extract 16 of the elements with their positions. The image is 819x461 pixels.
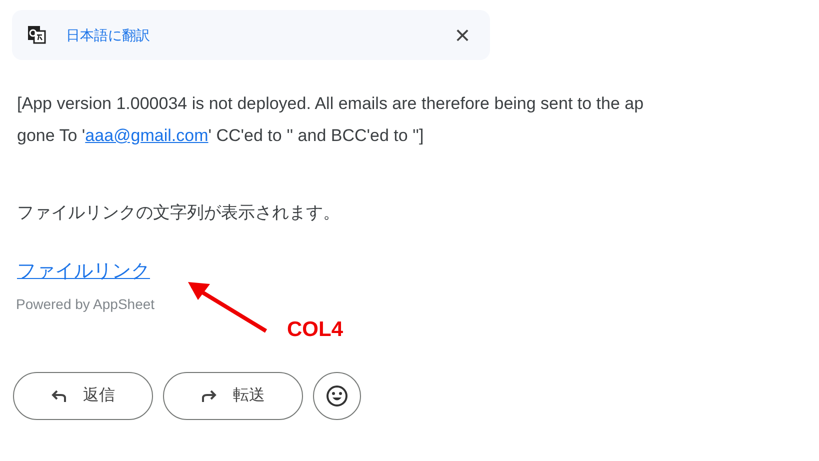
reply-icon — [51, 389, 67, 403]
file-link[interactable]: ファイルリンク — [17, 258, 150, 286]
smiley-icon — [326, 385, 348, 407]
forward-icon — [201, 389, 217, 403]
body-text: ファイルリンクの文字列が表示されます。 — [17, 202, 341, 224]
annotation-label: COL4 — [287, 317, 344, 343]
emoji-button[interactable] — [313, 372, 361, 420]
close-button[interactable]: × — [450, 22, 474, 48]
forward-button[interactable]: 転送 — [163, 372, 303, 420]
reply-button[interactable]: 返信 — [13, 372, 153, 420]
notice-text: [App version 1.000034 is not deployed. All emails are therefore being sent to the ap — [17, 93, 645, 115]
notice-text: gone To 'aaa@gmail.com' CC'ed to '' and BCC'ed to ''] — [17, 125, 425, 147]
email-link[interactable]: aaa@gmail.com — [85, 126, 208, 145]
translate-icon — [28, 26, 46, 44]
powered-by-text: Powered by AppSheet — [16, 295, 156, 314]
translate-link[interactable]: 日本語に翻訳 — [66, 24, 150, 46]
